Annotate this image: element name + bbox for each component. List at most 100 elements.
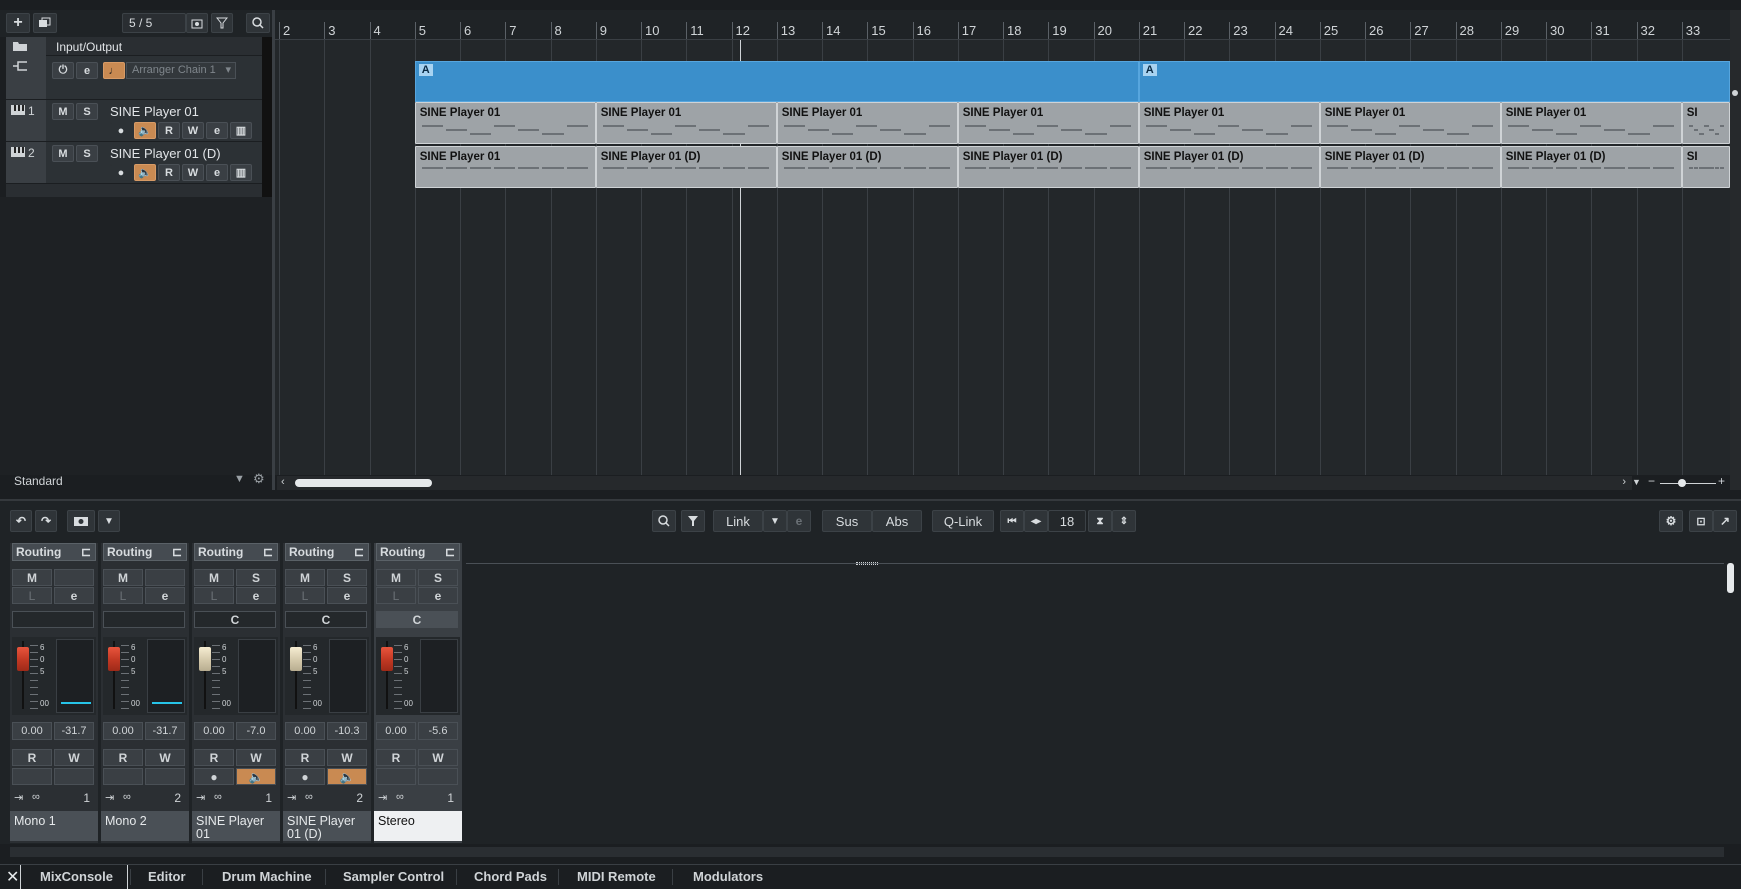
arranger-power-button[interactable]: ⏻ (52, 62, 74, 79)
horizontal-scrollbar[interactable]: ‹ › (277, 476, 1632, 490)
open-in-window-button[interactable]: ↗ (1713, 510, 1737, 532)
monitor-button[interactable] (418, 768, 458, 785)
link-button[interactable]: Link (713, 510, 763, 532)
meter-peak-value[interactable]: -7.0 (236, 722, 276, 740)
event-display[interactable]: A A SINE Player 01 SINE Player 01 SINE Playe… (275, 40, 1730, 475)
tab-modulators[interactable]: Modulators (693, 869, 763, 884)
q-link-button[interactable]: Q-Link (932, 510, 994, 532)
horizontal-zoom-slider[interactable]: − + (1648, 474, 1728, 489)
arranger-chain-select[interactable]: Arranger Chain 1 ▾ (126, 62, 236, 79)
fader-value[interactable]: 0.00 (103, 722, 143, 740)
fader-value[interactable]: 0.00 (285, 722, 325, 740)
track-preset-label[interactable]: Standard (14, 474, 63, 488)
channel-strip[interactable]: Routing ⊏ M L e 6 0 5 00 0.00 -31.7 R W ⇥ ∞ … (101, 543, 189, 843)
solo-button[interactable]: S (327, 569, 367, 586)
edit-instrument-button[interactable]: ▥ (230, 122, 252, 139)
channel-name[interactable]: Stereo (374, 811, 462, 841)
stepper-button[interactable]: ⇕ (1112, 510, 1136, 532)
mix-horizontal-scrollbar[interactable] (10, 847, 1724, 857)
monitor-button[interactable] (145, 768, 185, 785)
pan-control[interactable]: C (285, 611, 367, 628)
fader-value[interactable]: 0.00 (376, 722, 416, 740)
channel-name[interactable]: SINE Player 01 (D) (283, 811, 371, 841)
gear-icon[interactable]: ⚙ (253, 471, 265, 487)
sus-button[interactable]: Sus (822, 510, 872, 532)
undo-button[interactable]: ↶ (10, 510, 32, 532)
record-enable-button[interactable]: ● (285, 768, 325, 785)
settings-button[interactable]: ⚙ (1659, 510, 1683, 532)
input-output-track[interactable]: Input/Output (6, 37, 272, 56)
mute-button[interactable]: M (103, 569, 143, 586)
channel-nav-button[interactable]: ◂▸ (1024, 510, 1048, 532)
edit-channel-button[interactable]: e (145, 587, 185, 604)
filter-button[interactable] (681, 510, 705, 532)
write-automation-button[interactable]: W (182, 164, 204, 181)
read-automation-button[interactable]: R (12, 749, 52, 766)
routing-header[interactable]: Routing ⊏ (194, 543, 278, 561)
edit-instrument-button[interactable]: ▥ (230, 164, 252, 181)
midi-part[interactable]: SINE Player 01 (1500, 102, 1682, 144)
scrollbar-thumb[interactable] (295, 479, 432, 487)
read-automation-button[interactable]: R (194, 749, 234, 766)
zoom-in-icon[interactable]: + (1718, 474, 1725, 488)
midi-part[interactable]: SINE Player 01 (1138, 102, 1320, 144)
pan-control[interactable] (12, 611, 94, 628)
previous-channel-button[interactable]: ⏮ (1000, 510, 1024, 532)
edit-channel-button[interactable]: e (54, 587, 94, 604)
meter-peak-value[interactable]: -31.7 (145, 722, 185, 740)
read-automation-button[interactable]: R (158, 164, 180, 181)
record-enable-button[interactable] (376, 768, 416, 785)
fader-handle[interactable] (17, 647, 29, 671)
filter-button[interactable] (211, 13, 233, 33)
record-enable-button[interactable]: ● (194, 768, 234, 785)
tab-mixconsole[interactable]: MixConsole (40, 869, 113, 884)
record-enable-button[interactable] (103, 768, 143, 785)
listen-button[interactable]: L (285, 587, 325, 604)
midi-part[interactable]: SINE Player 01 (595, 102, 777, 144)
meter-peak-value[interactable]: -5.6 (418, 722, 458, 740)
monitor-button[interactable]: 🔈 (134, 164, 156, 181)
chevron-down-icon[interactable]: ▼ (234, 473, 245, 485)
listen-button[interactable]: L (376, 587, 416, 604)
track-name[interactable]: SINE Player 01 (110, 104, 199, 119)
write-automation-button[interactable]: W (54, 749, 94, 766)
midi-part[interactable]: SINE Player 01 (1319, 102, 1501, 144)
track-list-scrollbar[interactable] (262, 37, 272, 197)
vertical-zoom-bar[interactable] (1730, 10, 1741, 490)
fader-handle[interactable] (199, 647, 211, 671)
link-edit-button[interactable]: e (787, 510, 811, 532)
channel-count[interactable]: 18 (1048, 510, 1086, 532)
tab-chord-pads[interactable]: Chord Pads (474, 869, 547, 884)
routing-header[interactable]: Routing ⊏ (12, 543, 96, 561)
channel-name[interactable]: Mono 2 (101, 811, 189, 841)
midi-part[interactable]: SINE Player 01 (957, 102, 1139, 144)
monitor-button[interactable]: 🔈 (327, 768, 367, 785)
edit-channel-button[interactable]: e (206, 122, 228, 139)
zoom-slider-handle[interactable] (1732, 90, 1738, 96)
listen-button[interactable]: L (103, 587, 143, 604)
channel-strip[interactable]: Routing ⊏ M S L e C 6 0 5 00 0.00 -10.3 R W … (283, 543, 371, 843)
instrument-track-1[interactable]: 1 M S SINE Player 01 ● 🔈 R W e ▥ (6, 100, 272, 142)
write-automation-button[interactable]: W (236, 749, 276, 766)
monitor-button[interactable]: 🔈 (134, 122, 156, 139)
monitor-button[interactable]: 🔈 (236, 768, 276, 785)
midi-part[interactable]: SINE Player 01 (D) (595, 146, 777, 188)
midi-part[interactable]: SI (1681, 146, 1730, 188)
write-automation-button[interactable]: W (418, 749, 458, 766)
arranger-event[interactable]: A (1138, 61, 1730, 102)
snapshot-button[interactable] (67, 510, 95, 532)
midi-part[interactable]: SINE Player 01 (D) (1319, 146, 1501, 188)
write-automation-button[interactable]: W (145, 749, 185, 766)
tab-midi-remote[interactable]: MIDI Remote (577, 869, 656, 884)
midi-part[interactable]: SINE Player 01 (D) (1500, 146, 1682, 188)
pan-control[interactable]: C (376, 611, 458, 628)
meter-peak-value[interactable]: -10.3 (327, 722, 367, 740)
mute-button[interactable]: M (285, 569, 325, 586)
listen-button[interactable]: L (12, 587, 52, 604)
listen-button[interactable]: L (194, 587, 234, 604)
visibility-button[interactable] (186, 13, 208, 33)
read-automation-button[interactable]: R (285, 749, 325, 766)
record-enable-button[interactable]: ● (110, 122, 132, 139)
duplicate-track-button[interactable] (33, 13, 57, 33)
channel-strip[interactable]: Routing ⊏ M L e 6 0 5 00 0.00 -31.7 R W ⇥ ∞ … (10, 543, 98, 843)
